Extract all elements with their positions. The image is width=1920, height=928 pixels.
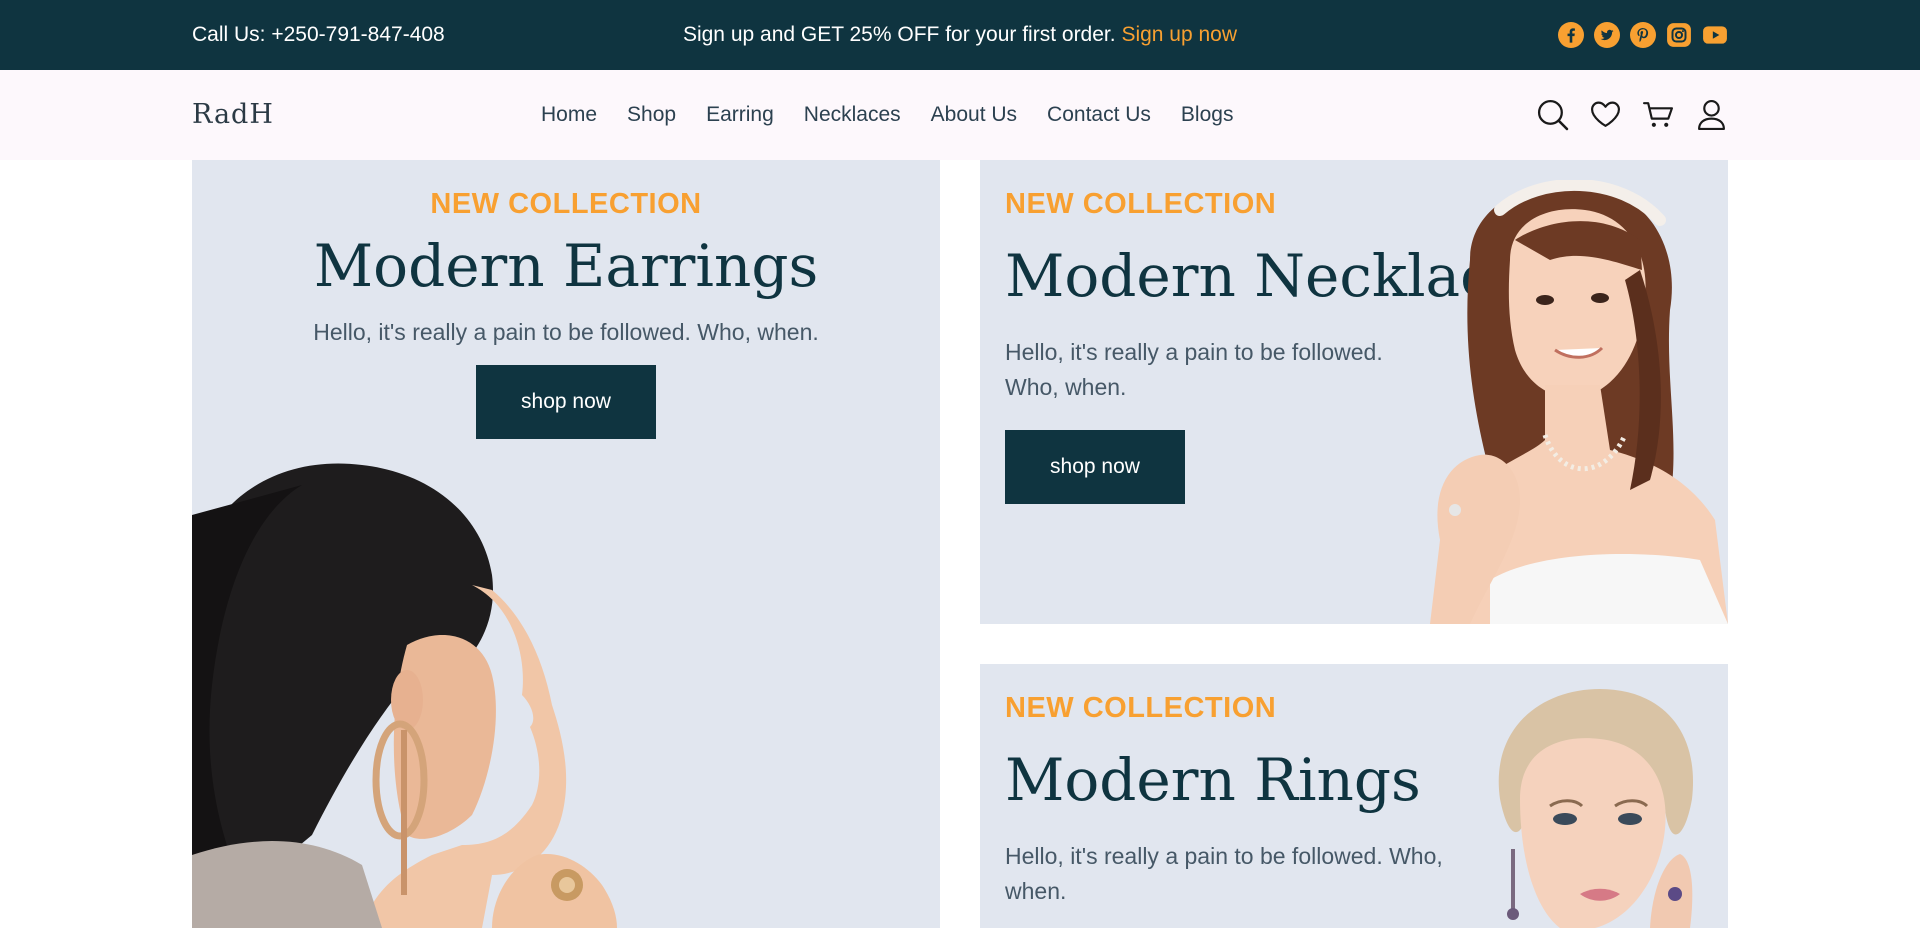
shop-now-button[interactable]: shop now	[1005, 430, 1185, 504]
collection-eyebrow: NEW COLLECTION	[1005, 692, 1277, 724]
promo-text: Sign up and GET 25% OFF for your first o…	[682, 23, 1116, 46]
shop-now-button[interactable]: shop now	[476, 365, 656, 439]
necklace-model-image	[1430, 180, 1728, 624]
main-navbar: RadH Home Shop Earring Necklaces About U…	[0, 70, 1920, 160]
collection-eyebrow: NEW COLLECTION	[430, 188, 702, 220]
main-menu: Home Shop Earring Necklaces About Us Con…	[541, 70, 1233, 160]
collection-title: Modern Earrings	[313, 232, 819, 300]
nav-shop[interactable]: Shop	[627, 103, 676, 127]
announcement-bar: Call Us: +250-791-847-408 Sign up and GE…	[0, 0, 1920, 70]
rings-model-image	[1498, 689, 1694, 928]
collection-eyebrow: NEW COLLECTION	[1005, 188, 1277, 220]
cart-icon[interactable]	[1642, 98, 1675, 131]
collection-title: Modern Rings	[1005, 746, 1421, 814]
earrings-model-image	[192, 463, 617, 928]
header-actions	[1536, 98, 1728, 131]
collection-description: Hello, it's really a pain to be followed…	[313, 319, 819, 345]
heart-icon[interactable]	[1589, 98, 1622, 131]
instagram-icon[interactable]	[1666, 22, 1692, 48]
youtube-icon[interactable]	[1702, 22, 1728, 48]
nav-earring[interactable]: Earring	[706, 103, 774, 127]
social-links	[1558, 22, 1728, 48]
collection-description: Hello, it's really a pain to be followed…	[1005, 843, 1443, 904]
nav-about-us[interactable]: About Us	[931, 103, 1017, 127]
earrings-collection-banner: NEW COLLECTION Modern Earrings Hello, it…	[192, 160, 940, 928]
rings-collection-banner: NEW COLLECTION Modern Rings Hello, it's …	[980, 664, 1728, 928]
necklace-collection-banner: NEW COLLECTION Modern Necklace Hello, it…	[980, 160, 1728, 624]
nav-home[interactable]: Home	[541, 103, 597, 127]
nav-blogs[interactable]: Blogs	[1181, 103, 1234, 127]
twitter-icon[interactable]	[1594, 22, 1620, 48]
collection-description: Hello, it's really a pain to be followed…	[1005, 339, 1383, 400]
nav-contact-us[interactable]: Contact Us	[1047, 103, 1151, 127]
nav-necklaces[interactable]: Necklaces	[804, 103, 901, 127]
facebook-icon[interactable]	[1558, 22, 1584, 48]
search-icon[interactable]	[1536, 98, 1569, 131]
user-icon[interactable]	[1695, 98, 1728, 131]
site-logo[interactable]: RadH	[192, 70, 274, 160]
sign-up-link[interactable]: Sign up now	[1121, 23, 1237, 46]
pinterest-icon[interactable]	[1630, 22, 1656, 48]
